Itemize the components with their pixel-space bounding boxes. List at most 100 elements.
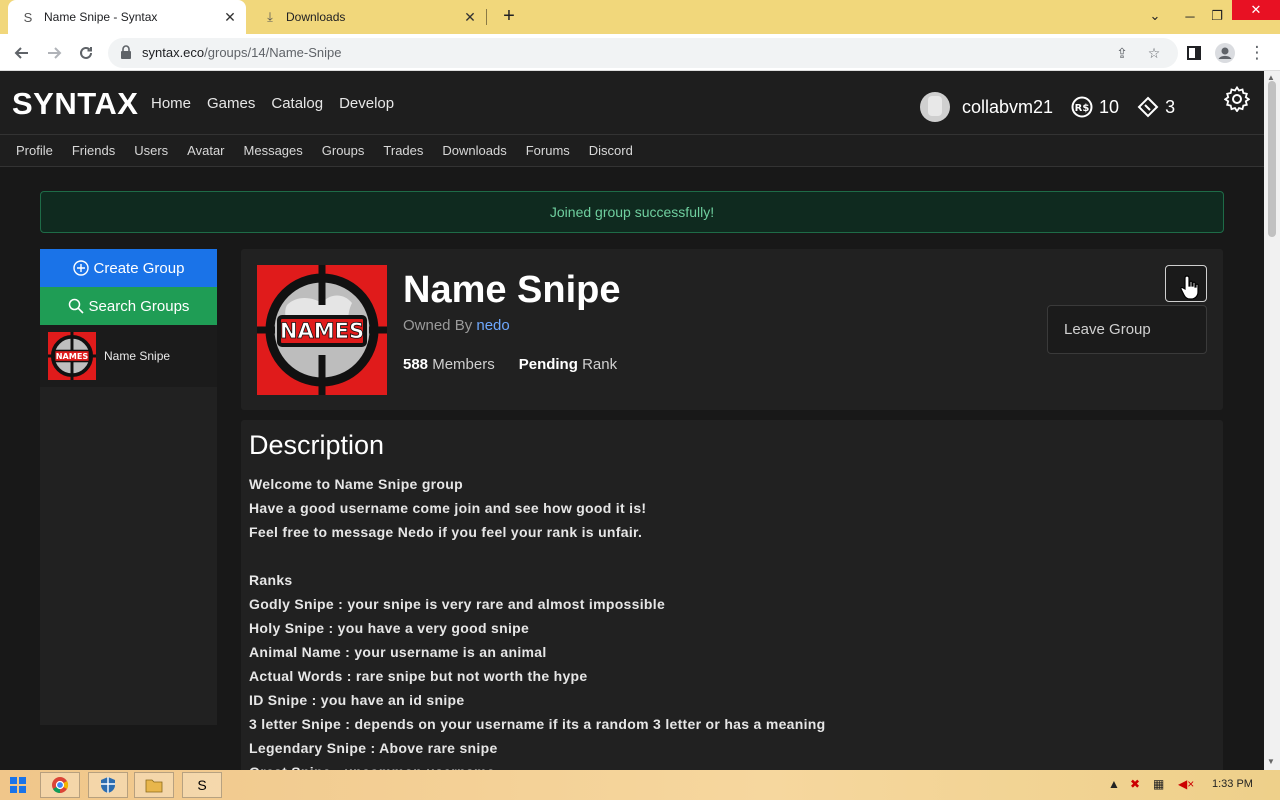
tray-expand-icon[interactable]: ▲ (1108, 777, 1120, 791)
subnav-downloads[interactable]: Downloads (442, 143, 506, 158)
windows-taskbar: S ▲ ✖ ▦ ◀× 1:33 PM (0, 770, 1280, 800)
leave-group-menu-item[interactable]: Leave Group (1047, 305, 1207, 354)
description-body: Welcome to Name Snipe group Have a good … (249, 472, 825, 770)
logo-text: NAMES (280, 319, 364, 343)
volume-muted-icon[interactable]: ◀× (1178, 777, 1194, 791)
thumbnail-logo-text: NAMES (56, 351, 89, 361)
nav-games[interactable]: Games (207, 95, 255, 112)
new-tab-button[interactable]: + (498, 5, 520, 27)
tickets-count: 3 (1165, 96, 1176, 117)
description-line: Animal Name : your username is an animal (249, 644, 547, 660)
description-title: Description (249, 430, 385, 460)
robux-count: 10 (1099, 96, 1120, 117)
reload-button[interactable] (74, 41, 98, 65)
site-logo[interactable]: SYNTAX (12, 86, 138, 122)
side-panel-button[interactable] (1182, 41, 1206, 65)
tab-title: Downloads (286, 10, 346, 24)
maximize-button[interactable]: ❐ (1205, 0, 1229, 32)
side-panel-icon (1187, 46, 1201, 60)
network-error-icon[interactable]: ✖ (1130, 777, 1140, 791)
taskbar-explorer-button[interactable] (134, 772, 174, 798)
download-icon: ⤓ (267, 9, 273, 24)
hand-cursor-icon (1180, 275, 1199, 300)
tab-search-chevron-icon[interactable]: ⌄ (1140, 0, 1170, 32)
create-group-button[interactable]: Create Group (40, 249, 217, 287)
tickets-balance[interactable]: 3 (1137, 96, 1175, 118)
search-groups-label: Search Groups (88, 297, 190, 315)
rank-label: Rank (582, 356, 618, 373)
syntax-favicon-icon: S (23, 9, 33, 25)
username[interactable]: collabvm21 (962, 97, 1053, 118)
folder-icon (145, 779, 163, 793)
group-thumbnail: NAMES (48, 332, 96, 380)
address-bar[interactable]: syntax.eco/groups/14/Name-Snipe ⇪ ☆ (108, 38, 1178, 68)
group-title: Name Snipe (403, 269, 621, 311)
subnav-messages[interactable]: Messages (244, 143, 303, 158)
subnav-friends[interactable]: Friends (72, 143, 115, 158)
description-line: Legendary Snipe : Above rare snipe (249, 740, 498, 756)
syntax-app-icon: S (197, 777, 207, 793)
subnav-discord[interactable]: Discord (589, 143, 633, 158)
scroll-thumb[interactable] (1268, 81, 1276, 237)
tab-name-snipe[interactable]: S Name Snipe - Syntax ✕ (8, 0, 246, 34)
close-icon[interactable]: ✕ (220, 7, 240, 27)
tab-downloads[interactable]: ⤓ Downloads ✕ (250, 0, 486, 34)
description-card: Description Welcome to Name Snipe group … (241, 420, 1223, 770)
user-area: collabvm21 R$ 10 3 (920, 91, 1193, 123)
user-rank: Pending Rank (519, 356, 617, 373)
close-icon[interactable]: ✕ (460, 7, 480, 27)
profile-icon (1215, 43, 1235, 63)
subnav-forums[interactable]: Forums (526, 143, 570, 158)
subnav-avatar[interactable]: Avatar (187, 143, 224, 158)
description-line: Godly Snipe : your snipe is very rare an… (249, 596, 666, 612)
minimize-button[interactable]: ─ (1178, 0, 1202, 32)
profile-button[interactable] (1213, 41, 1237, 65)
owner-link[interactable]: nedo (476, 317, 509, 334)
group-owner: Owned By nedo (403, 317, 510, 334)
taskbar-security-button[interactable] (88, 772, 128, 798)
description-line: ID Snipe : you have an id snipe (249, 692, 465, 708)
taskbar-syntax-button[interactable]: S (182, 772, 222, 798)
search-groups-button[interactable]: Search Groups (40, 287, 217, 325)
lock-icon (121, 45, 131, 59)
robux-icon: R$ (1071, 96, 1093, 118)
windows-start-icon[interactable] (10, 777, 26, 793)
subnav-trades[interactable]: Trades (383, 143, 423, 158)
member-count: 588 Members (403, 356, 495, 373)
sub-nav: Profile Friends Users Avatar Messages Gr… (0, 135, 1264, 167)
taskbar-clock[interactable]: 1:33 PM (1212, 778, 1253, 790)
nav-develop[interactable]: Develop (339, 95, 394, 112)
nav-home[interactable]: Home (151, 95, 191, 112)
robux-balance[interactable]: R$ 10 (1071, 96, 1119, 118)
description-line: 3 letter Snipe : depends on your usernam… (249, 716, 826, 732)
subnav-profile[interactable]: Profile (16, 143, 53, 158)
settings-gear-icon[interactable] (1224, 86, 1250, 112)
groups-sidebar: Create Group Search Groups NAMES Name Sn… (40, 249, 217, 725)
taskbar-chrome-button[interactable] (40, 772, 80, 798)
description-line (249, 544, 825, 568)
shield-icon (101, 777, 115, 793)
group-logo: NAMES (257, 265, 387, 395)
description-line: Actual Words : rare snipe but not worth … (249, 668, 588, 684)
subnav-users[interactable]: Users (134, 143, 168, 158)
main-nav: Home Games Catalog Develop (151, 95, 394, 112)
scroll-down-arrow-icon[interactable]: ▼ (1267, 757, 1275, 766)
avatar[interactable] (920, 92, 950, 122)
owned-by-label: Owned By (403, 317, 473, 334)
sidebar-group-name-snipe[interactable]: NAMES Name Snipe (40, 325, 217, 387)
page-scrollbar[interactable]: ▲ ▼ (1264, 71, 1280, 770)
back-button[interactable] (10, 41, 34, 65)
nav-catalog[interactable]: Catalog (271, 95, 323, 112)
network-icon[interactable]: ▦ (1153, 777, 1164, 791)
bookmark-star-icon[interactable]: ☆ (1144, 43, 1164, 63)
chrome-icon (52, 777, 69, 794)
description-line: Ranks (249, 572, 293, 588)
sidebar-group-label: Name Snipe (104, 349, 171, 363)
browser-tab-bar: S Name Snipe - Syntax ✕ ⤓ Downloads ✕ + … (0, 0, 1280, 34)
url-host: syntax.eco (142, 45, 205, 60)
browser-menu-button[interactable]: ⋮ (1245, 41, 1269, 65)
subnav-groups[interactable]: Groups (322, 143, 365, 158)
window-close-button[interactable]: ✕ (1232, 0, 1280, 20)
share-icon[interactable]: ⇪ (1112, 43, 1132, 63)
forward-button[interactable] (42, 41, 66, 65)
